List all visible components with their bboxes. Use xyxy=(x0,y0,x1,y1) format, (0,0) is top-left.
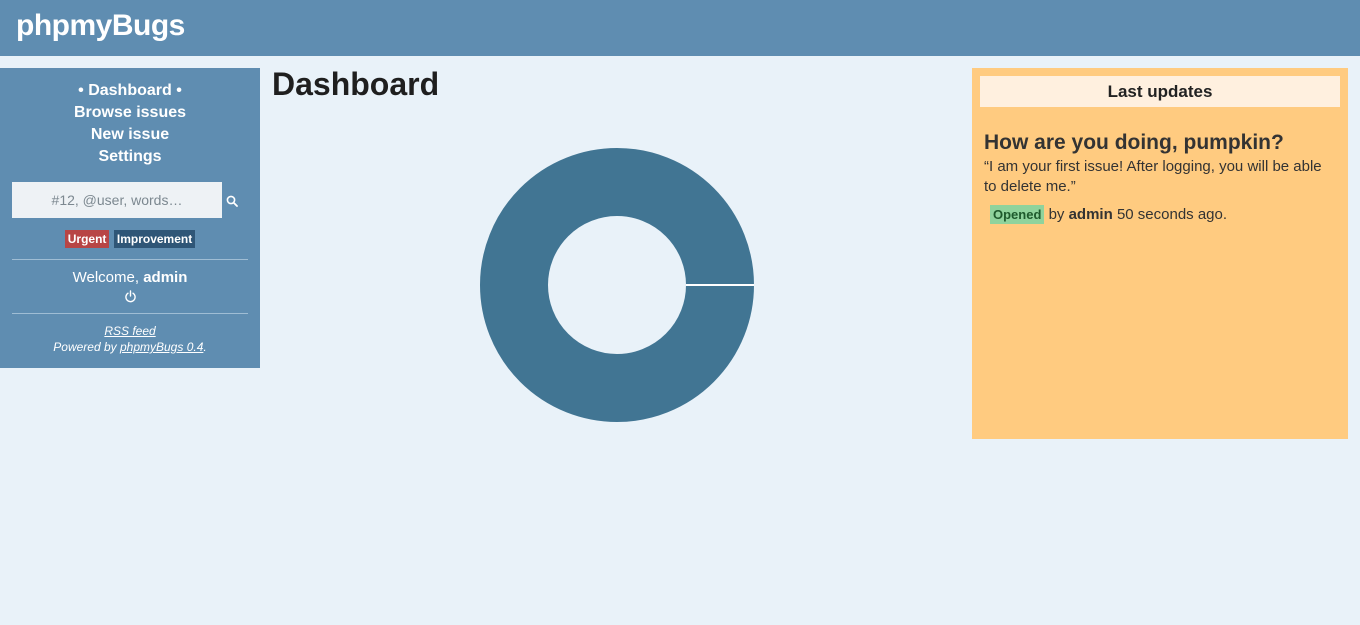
update-issue-title[interactable]: How are you doing, pumpkin? xyxy=(984,131,1336,155)
issues-donut-chart xyxy=(472,140,762,430)
welcome-prefix: Welcome, xyxy=(72,269,144,286)
update-meta: Opened by admin 50 seconds ago. xyxy=(990,205,1336,224)
powered-by-suffix: . xyxy=(203,340,207,354)
search-input[interactable] xyxy=(12,182,222,218)
update-author[interactable]: admin xyxy=(1069,206,1113,223)
page-title: Dashboard xyxy=(272,66,440,102)
status-badge: Opened xyxy=(990,205,1045,224)
logout-button[interactable] xyxy=(0,290,260,304)
phpmybugs-link[interactable]: phpmyBugs 0.4 xyxy=(120,340,203,354)
donut-svg xyxy=(480,148,754,422)
welcome-user: admin xyxy=(143,269,188,286)
search-icon[interactable] xyxy=(226,195,238,207)
tag-improvement[interactable]: Improvement xyxy=(113,230,196,248)
divider xyxy=(12,313,248,314)
nav-new-issue[interactable]: New issue xyxy=(0,124,260,146)
last-updates-title: Last updates xyxy=(980,76,1340,107)
sidebar: Dashboard Browse issues New issue Settin… xyxy=(0,68,260,368)
powered-by-text: Powered by xyxy=(53,340,120,354)
app-title[interactable]: phpmyBugs xyxy=(16,9,185,43)
power-icon xyxy=(124,290,136,303)
search-form xyxy=(12,182,248,218)
update-issue-quote: “I am your first issue! After logging, y… xyxy=(984,158,1322,195)
last-updates-panel: Last updates How are you doing, pumpkin?… xyxy=(972,68,1348,439)
nav-settings[interactable]: Settings xyxy=(0,146,260,168)
rss-feed-link[interactable]: RSS feed xyxy=(104,324,155,338)
update-by: by xyxy=(1048,206,1065,223)
nav-browse-issues[interactable]: Browse issues xyxy=(0,102,260,124)
sidebar-footer: RSS feed Powered by phpmyBugs 0.4. xyxy=(0,323,260,355)
welcome-text: Welcome, admin xyxy=(0,269,260,286)
divider xyxy=(12,259,248,260)
nav-dashboard[interactable]: Dashboard xyxy=(0,80,260,102)
sidebar-nav: Dashboard Browse issues New issue Settin… xyxy=(0,68,260,168)
tag-urgent[interactable]: Urgent xyxy=(64,230,110,248)
top-header: phpmyBugs xyxy=(0,0,1360,56)
tag-list: Urgent Improvement xyxy=(0,230,260,250)
update-time: 50 seconds ago. xyxy=(1116,206,1228,223)
